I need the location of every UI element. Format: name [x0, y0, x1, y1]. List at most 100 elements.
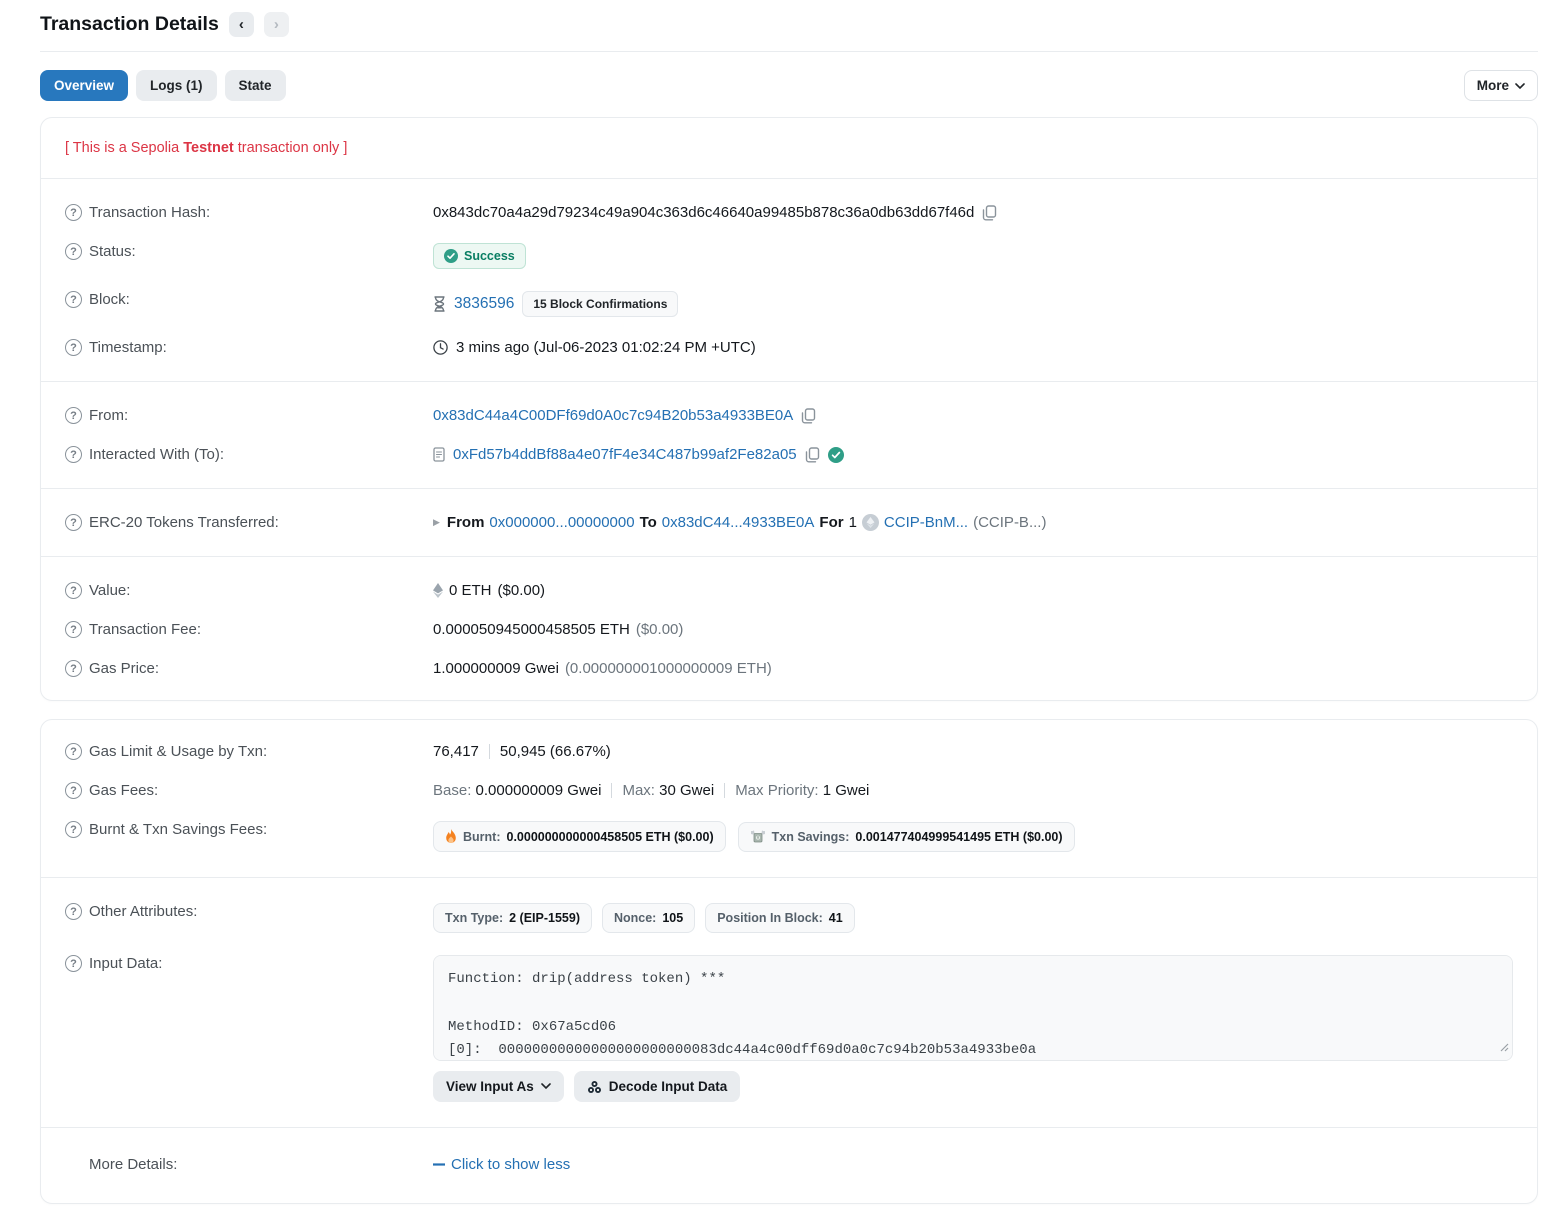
erc20-amount: 1	[849, 514, 857, 531]
separator	[489, 744, 490, 759]
row-transaction-hash: ? Transaction Hash: 0x843dc70a4a29d79234…	[65, 193, 1513, 232]
transaction-hash-label: Transaction Hash:	[89, 204, 210, 221]
details-card: ? Gas Limit & Usage by Txn: 76,417 50,94…	[40, 719, 1538, 1204]
gas-limit-label: Gas Limit & Usage by Txn:	[89, 743, 267, 760]
copy-icon[interactable]	[805, 447, 820, 463]
question-icon: ?	[65, 660, 82, 677]
question-icon: ?	[65, 903, 82, 920]
more-button[interactable]: More	[1464, 70, 1538, 101]
from-label: From:	[89, 407, 128, 424]
question-icon: ?	[65, 782, 82, 799]
question-icon: ?	[65, 339, 82, 356]
input-data-box[interactable]: Function: drip(address token) *** Method…	[433, 955, 1513, 1061]
divider	[41, 488, 1537, 489]
base-fee-value: 0.000000009 Gwei	[476, 782, 602, 799]
erc20-to-label: To	[640, 514, 657, 531]
section-erc20: ? ERC-20 Tokens Transferred: ▶ From 0x00…	[65, 497, 1513, 548]
nonce-badge: Nonce: 105	[602, 903, 695, 933]
value-amount: 0 ETH	[449, 582, 492, 599]
decode-input-data-button[interactable]: Decode Input Data	[574, 1071, 741, 1102]
burnt-value: 0.000000000000458505 ETH ($0.00)	[507, 830, 714, 844]
max-priority-fee-label: Max Priority:	[735, 782, 818, 799]
burnt-label: Burnt:	[463, 830, 501, 844]
decode-input-data-label: Decode Input Data	[609, 1079, 728, 1094]
status-label: Status:	[89, 243, 136, 260]
input-data-label: Input Data:	[89, 955, 162, 972]
erc20-from-address-link[interactable]: 0x000000...00000000	[489, 514, 634, 531]
transaction-fee-amount: 0.000050945000458505 ETH	[433, 621, 630, 638]
status-badge: Success	[433, 243, 526, 269]
row-more-details: More Details: Click to show less	[65, 1142, 1513, 1191]
question-icon: ?	[65, 955, 82, 972]
gas-price-label: Gas Price:	[89, 660, 159, 677]
row-from: ? From: 0x83dC44a4C00DFf69d0A0c7c94B20b5…	[65, 396, 1513, 435]
erc20-token-link[interactable]: CCIP-BnM...	[884, 514, 968, 531]
timestamp-value: 3 mins ago (Jul-06-2023 01:02:24 PM +UTC…	[456, 339, 756, 356]
row-block: ? Block: 3836596 15 Block Confirmations	[65, 280, 1513, 328]
input-data-actions: View Input As Decode Input Data	[433, 1071, 1513, 1102]
tab-state[interactable]: State	[225, 70, 286, 101]
question-icon: ?	[65, 204, 82, 221]
question-icon: ?	[65, 446, 82, 463]
row-transaction-fee: ? Transaction Fee: 0.000050945000458505 …	[65, 610, 1513, 649]
resize-handle-icon[interactable]	[1500, 1041, 1509, 1057]
gas-fees-label: Gas Fees:	[89, 782, 158, 799]
from-address-link[interactable]: 0x83dC44a4C00DFf69d0A0c7c94B20b53a4933BE…	[433, 407, 793, 424]
row-gas-fees: ? Gas Fees: Base: 0.000000009 Gwei Max: …	[65, 771, 1513, 810]
copy-icon[interactable]	[801, 408, 816, 424]
copy-icon[interactable]	[982, 205, 997, 221]
section-gas: ? Gas Limit & Usage by Txn: 76,417 50,94…	[65, 726, 1513, 869]
section-hash-status-block-time: ? Transaction Hash: 0x843dc70a4a29d79234…	[65, 187, 1513, 373]
section-from-to: ? From: 0x83dC44a4C00DFf69d0A0c7c94B20b5…	[65, 390, 1513, 480]
burnt-savings-label: Burnt & Txn Savings Fees:	[89, 821, 267, 838]
tabs-row: Overview Logs (1) State More	[40, 70, 1538, 101]
position-in-block-label: Position In Block:	[717, 911, 823, 925]
prev-transaction-button[interactable]: ‹	[229, 12, 254, 37]
question-icon: ?	[65, 243, 82, 260]
question-icon: ?	[65, 407, 82, 424]
show-less-link[interactable]: Click to show less	[433, 1156, 570, 1173]
question-icon: ?	[65, 743, 82, 760]
to-address-link[interactable]: 0xFd57b4ddBf88a4e07fF4e34C487b99af2Fe82a…	[453, 446, 797, 463]
question-icon: ?	[65, 621, 82, 638]
clock-icon	[433, 340, 448, 355]
block-label: Block:	[89, 291, 130, 308]
gas-price-amount: 1.000000009 Gwei	[433, 660, 559, 677]
hourglass-icon	[433, 296, 446, 312]
erc20-for-label: For	[819, 514, 843, 531]
check-circle-icon	[444, 249, 458, 263]
ethereum-icon	[433, 583, 443, 598]
row-status: ? Status: Success	[65, 232, 1513, 280]
transaction-fee-usd: ($0.00)	[636, 621, 684, 638]
row-gas-limit-usage: ? Gas Limit & Usage by Txn: 76,417 50,94…	[65, 732, 1513, 771]
txn-savings-value: 0.001477404999541495 ETH ($0.00)	[855, 830, 1062, 844]
status-badge-text: Success	[464, 249, 515, 263]
row-input-data: ? Input Data: Function: drip(address tok…	[65, 944, 1513, 1113]
contract-document-icon	[433, 447, 445, 462]
view-input-as-button[interactable]: View Input As	[433, 1071, 564, 1102]
row-value: ? Value: 0 ETH ($0.00)	[65, 571, 1513, 610]
erc20-to-address-link[interactable]: 0x83dC44...4933BE0A	[662, 514, 815, 531]
block-number-link[interactable]: 3836596	[454, 295, 514, 313]
position-in-block-value: 41	[829, 911, 843, 925]
tab-logs[interactable]: Logs (1)	[136, 70, 217, 101]
show-less-link-text: Click to show less	[451, 1156, 570, 1173]
gas-limit-value: 76,417	[433, 743, 479, 760]
next-transaction-button[interactable]: ›	[264, 12, 289, 37]
transaction-hash-value: 0x843dc70a4a29d79234c49a904c363d6c46640a…	[433, 204, 974, 221]
tab-overview[interactable]: Overview	[40, 70, 128, 101]
page-header: Transaction Details ‹ ›	[40, 0, 1538, 52]
max-fee-value: 30 Gwei	[659, 782, 714, 799]
row-timestamp: ? Timestamp: 3 mins ago (Jul-06-2023 01:…	[65, 328, 1513, 367]
flame-icon	[445, 829, 457, 844]
page-title: Transaction Details	[40, 13, 219, 36]
question-icon: ?	[65, 514, 82, 531]
divider	[41, 381, 1537, 382]
view-input-as-label: View Input As	[446, 1079, 534, 1094]
txn-type-badge: Txn Type: 2 (EIP-1559)	[433, 903, 592, 933]
token-logo-icon	[862, 514, 879, 531]
section-other-input: ? Other Attributes: Txn Type: 2 (EIP-155…	[65, 886, 1513, 1119]
separator	[611, 783, 612, 798]
position-in-block-badge: Position In Block: 41	[705, 903, 854, 933]
block-confirmations-badge: 15 Block Confirmations	[522, 291, 678, 317]
